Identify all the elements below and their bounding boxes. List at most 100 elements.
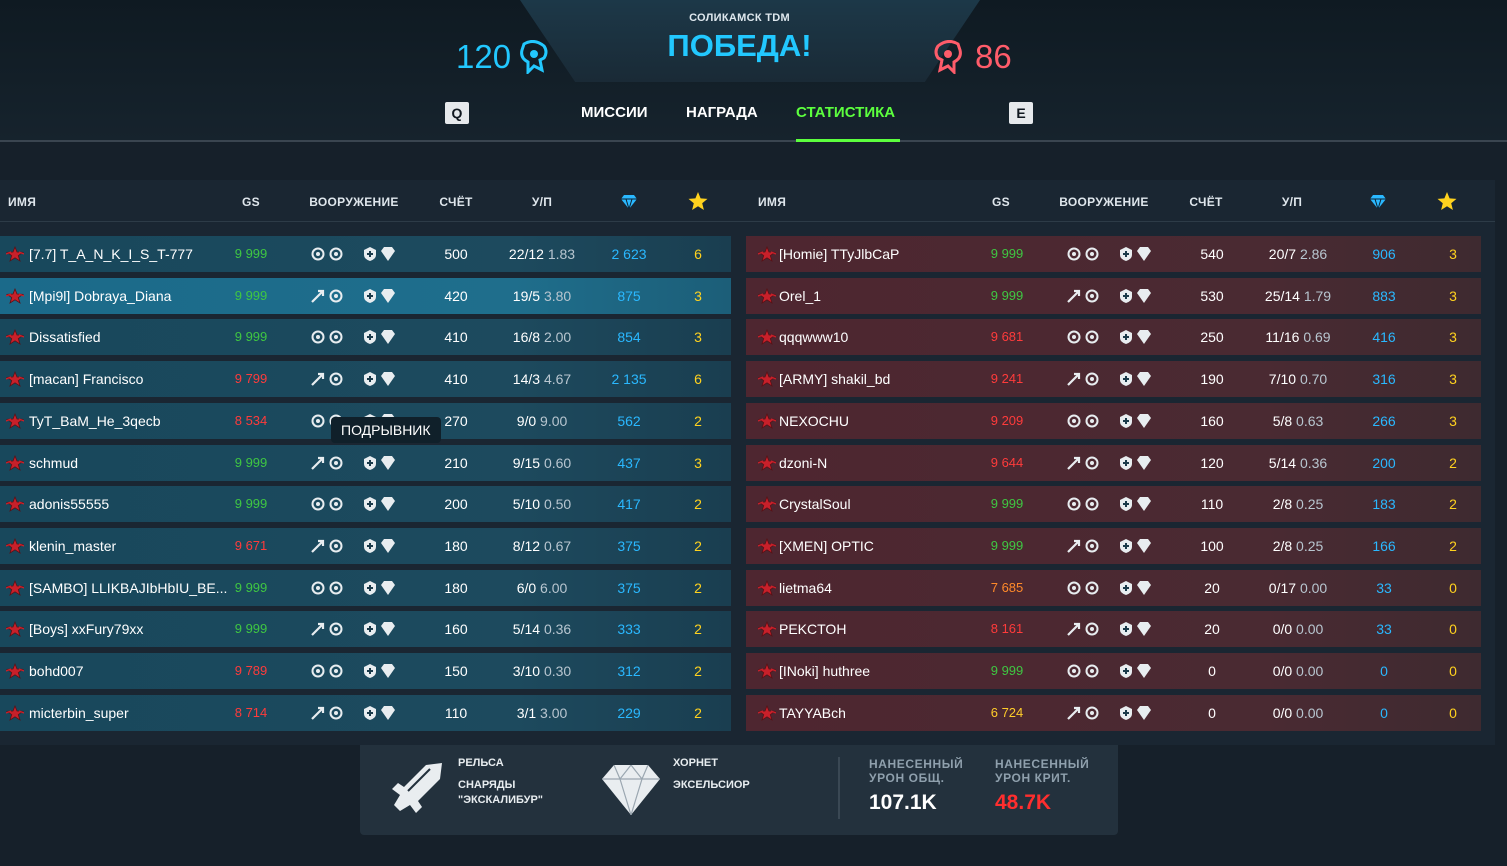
turret-icon[interactable] <box>1066 288 1082 304</box>
hull-icon[interactable] <box>362 371 378 387</box>
player-row[interactable]: [ARMY] shakil_bd 9 241 190 7/10 0.70 316 3 <box>746 361 1481 398</box>
turret-icon[interactable] <box>1066 371 1082 387</box>
turret-augment-icon[interactable] <box>328 621 344 637</box>
turret-icon[interactable] <box>310 413 326 429</box>
player-row[interactable]: dzoni-N 9 644 120 5/14 0.36 200 2 <box>746 444 1481 481</box>
hull-augment-icon[interactable] <box>380 371 396 387</box>
hull-icon[interactable] <box>1118 288 1134 304</box>
hull-icon[interactable] <box>1118 580 1134 596</box>
turret-augment-icon[interactable] <box>328 538 344 554</box>
hull-icon[interactable] <box>1118 621 1134 637</box>
turret-augment-icon[interactable] <box>328 246 344 262</box>
turret-icon[interactable] <box>310 580 326 596</box>
hull-augment-icon[interactable] <box>380 621 396 637</box>
player-row[interactable]: bohd007 9 789 150 3/10 0.30 312 2 <box>0 653 731 689</box>
turret-augment-icon[interactable] <box>1084 413 1100 429</box>
turret-augment-icon[interactable] <box>1084 580 1100 596</box>
player-row[interactable]: adonis55555 9 999 200 5/10 0.50 417 2 <box>0 486 731 523</box>
hull-augment-icon[interactable] <box>380 455 396 471</box>
hull-augment-icon[interactable] <box>380 580 396 596</box>
turret-icon[interactable] <box>310 246 326 262</box>
player-row[interactable]: [INoki] huthree 9 999 0 0/0 0.00 0 0 <box>746 653 1481 689</box>
turret-icon[interactable] <box>310 705 326 721</box>
hull-icon[interactable] <box>362 455 378 471</box>
player-row[interactable]: [Homie] TTyJlbCaP 9 999 540 20/7 2.86 906 3 <box>746 236 1481 272</box>
player-row[interactable]: [Mpi9l] Dobraya_Diana 9 999 420 19/5 3.80 87… <box>0 277 731 314</box>
hull-augment-icon[interactable] <box>1136 329 1152 345</box>
player-row[interactable]: NEXOCHU 9 209 160 5/8 0.63 266 3 <box>746 402 1481 439</box>
player-row[interactable]: CrystalSoul 9 999 110 2/8 0.25 183 2 <box>746 486 1481 523</box>
player-row[interactable]: Orel_1 9 999 530 25/14 1.79 883 3 <box>746 277 1481 314</box>
turret-icon[interactable] <box>1066 663 1082 679</box>
turret-icon[interactable] <box>310 621 326 637</box>
turret-icon[interactable] <box>1066 246 1082 262</box>
turret-augment-icon[interactable] <box>328 455 344 471</box>
turret-icon[interactable] <box>310 663 326 679</box>
hull-augment-icon[interactable] <box>380 496 396 512</box>
turret-augment-icon[interactable] <box>328 663 344 679</box>
hull-icon[interactable] <box>1118 538 1134 554</box>
turret-icon[interactable] <box>310 329 326 345</box>
turret-augment-icon[interactable] <box>1084 288 1100 304</box>
next-tab-key[interactable]: E <box>1009 102 1033 124</box>
hull-icon[interactable] <box>362 580 378 596</box>
player-row[interactable]: [XMEN] OPTIC 9 999 100 2/8 0.25 166 2 <box>746 527 1481 564</box>
player-row[interactable]: Dissatisfied 9 999 410 16/8 2.00 854 3 <box>0 319 731 356</box>
hull-augment-icon[interactable] <box>380 329 396 345</box>
hull-augment-icon[interactable] <box>1136 621 1152 637</box>
turret-augment-icon[interactable] <box>1084 496 1100 512</box>
tab-reward[interactable]: НАГРАДА <box>686 104 758 121</box>
hull-augment-icon[interactable] <box>1136 246 1152 262</box>
turret-icon[interactable] <box>1066 496 1082 512</box>
turret-icon[interactable] <box>310 455 326 471</box>
turret-augment-icon[interactable] <box>1084 371 1100 387</box>
player-row[interactable]: schmud 9 999 210 9/15 0.60 437 3 <box>0 444 731 481</box>
hull-icon[interactable] <box>1118 413 1134 429</box>
hull-augment-icon[interactable] <box>1136 580 1152 596</box>
turret-icon[interactable] <box>1066 621 1082 637</box>
hull-augment-icon[interactable] <box>1136 538 1152 554</box>
hull-icon[interactable] <box>1118 246 1134 262</box>
hull-icon[interactable] <box>1118 705 1134 721</box>
hull-augment-icon[interactable] <box>1136 663 1152 679</box>
player-row[interactable]: micterbin_super 8 714 110 3/1 3.00 229 2 <box>0 694 731 731</box>
player-row[interactable]: [macan] Francisco 9 799 410 14/3 4.67 2 135 6 <box>0 361 731 398</box>
hull-icon[interactable] <box>362 288 378 304</box>
turret-icon[interactable] <box>310 496 326 512</box>
turret-augment-icon[interactable] <box>1084 705 1100 721</box>
prev-tab-key[interactable]: Q <box>445 102 469 124</box>
hull-augment-icon[interactable] <box>1136 371 1152 387</box>
turret-icon[interactable] <box>1066 413 1082 429</box>
turret-augment-icon[interactable] <box>328 288 344 304</box>
player-row[interactable]: [Boys] xxFury79xx 9 999 160 5/14 0.36 333 2 <box>0 611 731 648</box>
hull-icon[interactable] <box>1118 455 1134 471</box>
turret-icon[interactable] <box>1066 455 1082 471</box>
hull-augment-icon[interactable] <box>380 663 396 679</box>
hull-icon[interactable] <box>362 663 378 679</box>
turret-icon[interactable] <box>1066 329 1082 345</box>
hull-icon[interactable] <box>1118 371 1134 387</box>
turret-icon[interactable] <box>1066 705 1082 721</box>
turret-augment-icon[interactable] <box>1084 455 1100 471</box>
hull-icon[interactable] <box>362 705 378 721</box>
tab-statistics[interactable]: СТАТИСТИКА <box>796 104 895 121</box>
turret-augment-icon[interactable] <box>328 705 344 721</box>
hull-augment-icon[interactable] <box>1136 288 1152 304</box>
turret-augment-icon[interactable] <box>1084 246 1100 262</box>
turret-icon[interactable] <box>310 538 326 554</box>
turret-icon[interactable] <box>1066 580 1082 596</box>
player-row[interactable]: lietma64 7 685 20 0/17 0.00 33 0 <box>746 569 1481 606</box>
turret-augment-icon[interactable] <box>1084 538 1100 554</box>
turret-augment-icon[interactable] <box>328 371 344 387</box>
tab-missions[interactable]: МИССИИ <box>581 104 648 121</box>
player-row[interactable]: PEKCTOH 8 161 20 0/0 0.00 33 0 <box>746 611 1481 648</box>
hull-augment-icon[interactable] <box>380 288 396 304</box>
turret-augment-icon[interactable] <box>1084 663 1100 679</box>
hull-icon[interactable] <box>1118 496 1134 512</box>
hull-icon[interactable] <box>362 621 378 637</box>
turret-icon[interactable] <box>310 371 326 387</box>
hull-icon[interactable] <box>1118 329 1134 345</box>
hull-augment-icon[interactable] <box>380 246 396 262</box>
player-row[interactable]: klenin_master 9 671 180 8/12 0.67 375 2 <box>0 527 731 564</box>
hull-icon[interactable] <box>1118 663 1134 679</box>
